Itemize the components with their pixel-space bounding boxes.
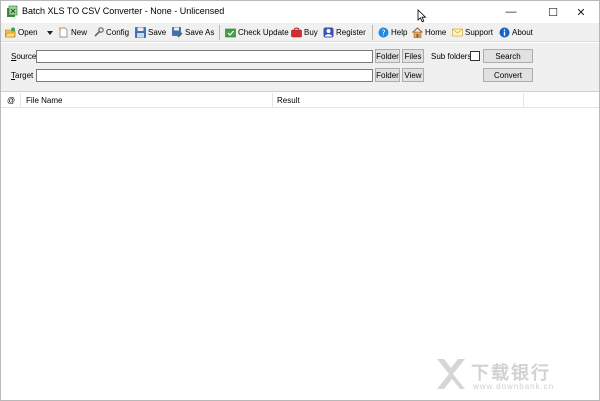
home-icon [412,27,423,38]
source-input[interactable] [36,50,373,63]
file-list[interactable]: @ File Name Result [1,91,599,400]
new-label: New [71,28,88,37]
minimize-button[interactable]: — [491,1,531,23]
source-files-button[interactable]: Files [402,49,424,63]
search-button[interactable]: Search [483,49,533,63]
help-button[interactable]: ? Help [378,24,407,41]
support-label: Support [465,28,494,37]
list-header: @ File Name Result [1,92,599,108]
column-header-at[interactable]: @ [3,92,19,108]
source-folder-button[interactable]: Folder [375,49,400,63]
column-header-result[interactable]: Result [273,92,523,108]
save-as-button[interactable]: Save As [172,24,214,41]
subfolders-label: Sub folders [431,52,472,61]
subfolders-checkbox[interactable] [470,51,480,61]
help-label: Help [391,28,408,37]
config-button[interactable]: Config [93,24,129,41]
about-label: About [512,28,533,37]
save-label: Save [148,28,167,37]
save-as-label: Save As [185,28,215,37]
config-label: Config [106,28,130,37]
save-button[interactable]: Save [135,24,166,41]
support-button[interactable]: Support [452,24,493,41]
open-button[interactable]: Open [5,24,38,41]
floppy-disk-icon [135,27,146,38]
support-icon [452,28,463,37]
check-update-button[interactable]: Check Update [225,24,289,41]
target-label: Target [11,71,34,80]
new-button[interactable]: New [58,24,87,41]
convert-button[interactable]: Convert [483,68,533,82]
register-label: Register [336,28,366,37]
toolbar: Open New Config Save Save As Check Updat… [1,23,599,42]
open-dropdown-arrow-icon[interactable] [47,31,53,35]
home-button[interactable]: Home [412,24,446,41]
register-button[interactable]: Register [323,24,366,41]
target-folder-button[interactable]: Folder [375,68,400,82]
mouse-cursor-icon [417,9,427,23]
app-logo-icon [7,5,18,17]
watermark-logo-icon [437,359,465,389]
svg-text:?: ? [381,29,385,38]
new-document-icon [58,27,68,38]
toolbar-separator [372,25,373,40]
column-header-file-name[interactable]: File Name [22,92,272,108]
column-divider[interactable] [20,93,21,107]
register-user-icon [323,27,334,38]
home-label: Home [425,28,447,37]
target-view-button[interactable]: View [402,68,424,82]
watermark: 下载银行 www.downbank.cn [435,355,595,395]
close-button[interactable]: ✕ [561,1,600,23]
update-icon [225,28,236,38]
app-window: Batch XLS TO CSV Converter - None - Unli… [0,0,600,401]
open-label: Open [18,28,38,37]
form-panel: Source Folder Files Sub folders Search T… [1,43,599,91]
buy-button[interactable]: Buy [291,24,318,41]
cart-icon [291,27,302,38]
toolbar-separator [219,25,220,40]
help-icon: ? [378,27,389,38]
window-title: Batch XLS TO CSV Converter - None - Unli… [22,6,225,16]
check-update-label: Check Update [238,28,289,37]
title-bar[interactable]: Batch XLS TO CSV Converter - None - Unli… [1,1,599,23]
save-as-icon [172,27,183,38]
buy-label: Buy [304,28,318,37]
column-divider[interactable] [523,93,524,107]
target-input[interactable] [36,69,373,82]
info-icon [499,27,510,38]
watermark-url: www.downbank.cn [473,382,555,391]
about-button[interactable]: About [499,24,533,41]
wrench-icon [94,27,104,37]
open-folder-icon [5,27,16,38]
source-label: Source [11,52,37,61]
